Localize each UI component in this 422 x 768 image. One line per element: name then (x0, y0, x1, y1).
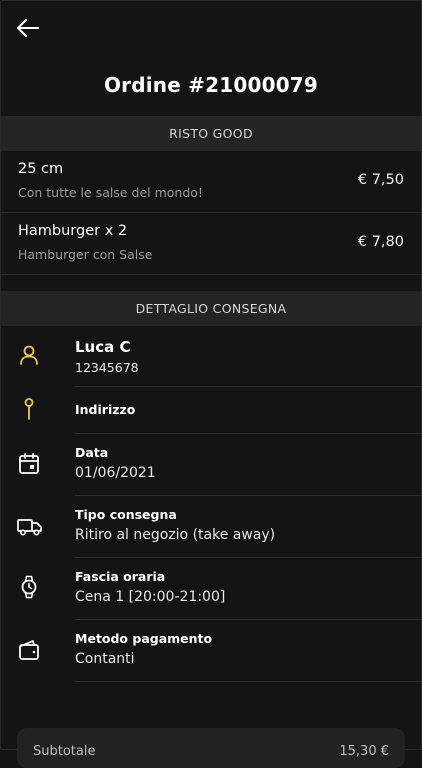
page-title: Ordine #21000079 (103, 73, 319, 97)
item-price: € 7,50 (357, 172, 404, 188)
order-item: 25 cm Con tutte le salse del mondo! € 7,… (0, 151, 422, 213)
date-label: Data (75, 445, 109, 460)
divider (75, 681, 422, 682)
calendar-icon (19, 453, 39, 474)
payment-label: Metodo pagamento (75, 631, 213, 646)
delivery-type-row: Tipo consegna Ritiro al negozio (take aw… (0, 496, 422, 558)
item-description: Hamburger con Salse (18, 247, 153, 262)
wallet-icon (19, 640, 39, 660)
delivery-section-title: DETTAGLIO CONSEGNA (135, 301, 287, 316)
truck-icon (17, 519, 42, 536)
watch-icon (21, 575, 37, 599)
pin-icon (24, 398, 34, 420)
order-summary-card: Subtotale 15,30 € (17, 728, 405, 768)
restaurant-section-header: RISTO GOOD (1, 116, 421, 151)
customer-phone: 12345678 (75, 360, 139, 375)
restaurant-name: RISTO GOOD (169, 126, 253, 141)
item-description: Con tutte le salse del mondo! (18, 185, 203, 200)
customer-row: Luca C 12345678 (0, 325, 422, 387)
back-button[interactable] (16, 17, 40, 39)
user-icon (20, 345, 38, 365)
item-name: 25 cm (18, 161, 64, 177)
delivery-type-value: Ritiro al negozio (take away) (75, 527, 276, 543)
arrow-left-icon (17, 19, 39, 37)
subtotal-label: Subtotale (33, 744, 96, 759)
subtotal-value: 15,30 € (339, 744, 389, 759)
delivery-type-label: Tipo consegna (75, 507, 177, 522)
time-slot-label: Fascia oraria (75, 569, 166, 584)
item-price: € 7,80 (357, 234, 404, 250)
date-value: 01/06/2021 (75, 465, 156, 481)
customer-name: Luca C (75, 338, 131, 356)
item-name: Hamburger x 2 (18, 223, 128, 239)
order-item: Hamburger x 2 Hamburger con Salse € 7,80 (0, 213, 422, 275)
time-slot-row: Fascia oraria Cena 1 [20:00-21:00] (0, 558, 422, 620)
delivery-section-header: DETTAGLIO CONSEGNA (1, 291, 421, 326)
time-slot-value: Cena 1 [20:00-21:00] (75, 589, 226, 605)
payment-value: Contanti (75, 651, 135, 667)
payment-row: Metodo pagamento Contanti (0, 620, 422, 682)
address-label: Indirizzo (75, 402, 136, 417)
address-row[interactable]: Indirizzo (0, 387, 422, 434)
date-row: Data 01/06/2021 (0, 434, 422, 496)
